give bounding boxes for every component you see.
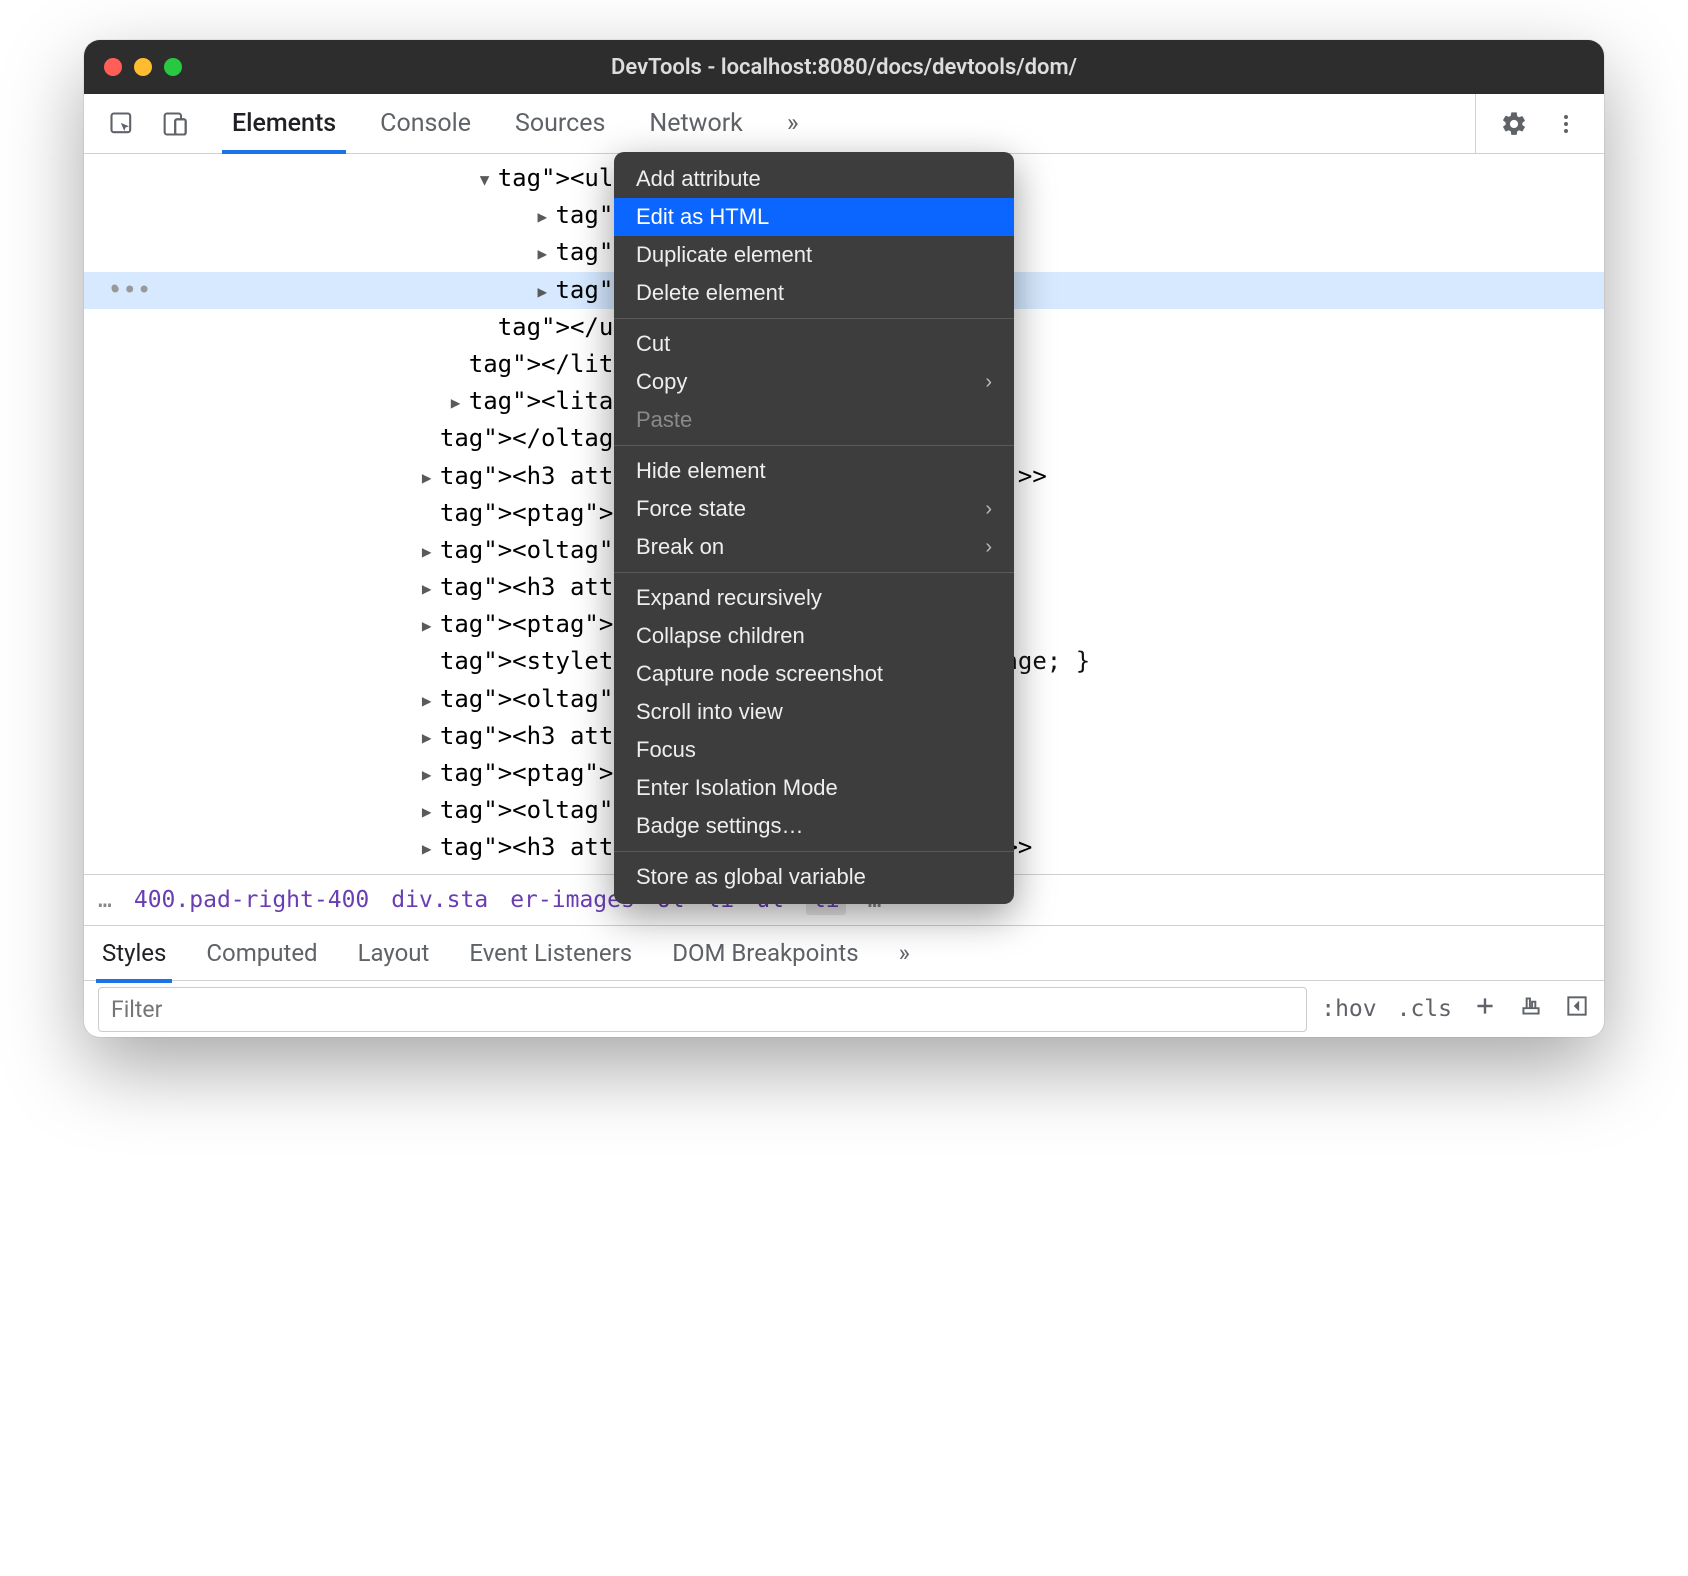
- context-menu-item[interactable]: Break on›: [614, 528, 1014, 566]
- context-menu-item[interactable]: Force state›: [614, 490, 1014, 528]
- tab-network[interactable]: Network: [645, 95, 746, 152]
- window-title: DevTools - localhost:8080/docs/devtools/…: [84, 55, 1604, 80]
- tab-sources[interactable]: Sources: [511, 95, 609, 152]
- kebab-menu-icon[interactable]: [1544, 102, 1588, 146]
- computed-panel-icon[interactable]: [1564, 993, 1590, 1025]
- context-menu-separator: [614, 445, 1014, 446]
- tab-elements[interactable]: Elements: [228, 95, 340, 152]
- maximize-window-button[interactable]: [164, 58, 182, 76]
- styles-filter-input[interactable]: [98, 987, 1307, 1032]
- context-menu-item[interactable]: Enter Isolation Mode: [614, 769, 1014, 807]
- styles-toolbar: :hov .cls: [84, 981, 1604, 1037]
- close-window-button[interactable]: [104, 58, 122, 76]
- main-toolbar: Elements Console Sources Network »: [84, 94, 1604, 154]
- add-style-rule-icon[interactable]: [1472, 993, 1498, 1025]
- styles-actions: :hov .cls: [1321, 993, 1590, 1025]
- subtab-layout[interactable]: Layout: [356, 927, 432, 979]
- context-menu-item[interactable]: Scroll into view: [614, 693, 1014, 731]
- context-menu-item[interactable]: Collapse children: [614, 617, 1014, 655]
- hov-toggle[interactable]: :hov: [1321, 996, 1376, 1022]
- context-menu-item[interactable]: Delete element: [614, 274, 1014, 312]
- paintbrush-icon[interactable]: [1518, 993, 1544, 1025]
- context-menu-item[interactable]: Add attribute: [614, 160, 1014, 198]
- context-menu-item[interactable]: Badge settings…: [614, 807, 1014, 845]
- minimize-window-button[interactable]: [134, 58, 152, 76]
- context-menu-separator: [614, 851, 1014, 852]
- context-menu-item[interactable]: Duplicate element: [614, 236, 1014, 274]
- context-menu-item[interactable]: Store as global variable: [614, 858, 1014, 896]
- devtools-window: DevTools - localhost:8080/docs/devtools/…: [84, 40, 1604, 1037]
- cls-toggle[interactable]: .cls: [1397, 996, 1452, 1022]
- context-menu-item[interactable]: Hide element: [614, 452, 1014, 490]
- subtab-styles[interactable]: Styles: [100, 927, 168, 979]
- settings-icon[interactable]: [1492, 102, 1536, 146]
- subtab-event-listeners[interactable]: Event Listeners: [467, 927, 634, 979]
- breadcrumb-item[interactable]: div.sta: [391, 887, 488, 913]
- context-menu-item[interactable]: Cut: [614, 325, 1014, 363]
- context-menu: Add attributeEdit as HTMLDuplicate eleme…: [614, 152, 1014, 904]
- context-menu-separator: [614, 318, 1014, 319]
- context-menu-item[interactable]: Capture node screenshot: [614, 655, 1014, 693]
- toolbar-right: [1475, 94, 1588, 153]
- context-menu-item: Paste: [614, 401, 1014, 439]
- context-menu-item[interactable]: Expand recursively: [614, 579, 1014, 617]
- panel-tabs: Elements Console Sources Network »: [228, 94, 1467, 153]
- subtab-dom-breakpoints[interactable]: DOM Breakpoints: [670, 927, 860, 979]
- breadcrumb-overflow-left[interactable]: …: [98, 887, 112, 913]
- subtab-overflow[interactable]: »: [897, 927, 912, 979]
- context-menu-item[interactable]: Edit as HTML: [614, 198, 1014, 236]
- subtab-computed[interactable]: Computed: [204, 927, 319, 979]
- traffic-lights: [104, 58, 182, 76]
- context-menu-separator: [614, 572, 1014, 573]
- inspect-element-icon[interactable]: [100, 102, 144, 146]
- tab-overflow[interactable]: »: [783, 95, 803, 152]
- styles-tabs: Styles Computed Layout Event Listeners D…: [84, 925, 1604, 981]
- device-toolbar-icon[interactable]: [152, 102, 196, 146]
- context-menu-item[interactable]: Focus: [614, 731, 1014, 769]
- tab-console[interactable]: Console: [376, 95, 475, 152]
- breadcrumb-item[interactable]: 400.pad-right-400: [134, 887, 369, 913]
- titlebar: DevTools - localhost:8080/docs/devtools/…: [84, 40, 1604, 94]
- context-menu-item[interactable]: Copy›: [614, 363, 1014, 401]
